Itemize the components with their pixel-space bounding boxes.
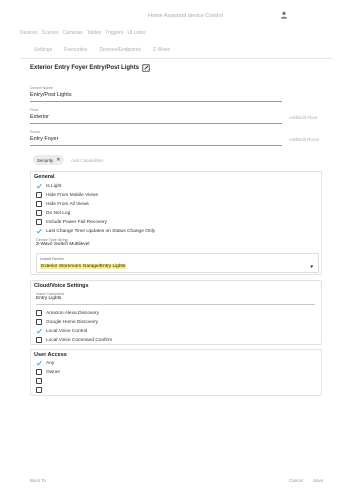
room-label: Room xyxy=(30,130,41,134)
app-title: Home Assistant device Control xyxy=(148,13,223,19)
edit-icon[interactable] xyxy=(142,64,150,72)
cloud-option[interactable]: Local Voice Command Confirm xyxy=(36,336,112,344)
room-field[interactable]: Room Entry Foyer xyxy=(30,130,282,146)
nav-triggers[interactable]: Triggers xyxy=(105,30,123,38)
linked-device-label: Linked Device xyxy=(40,257,64,261)
floor-field[interactable]: Floor Exterior xyxy=(30,108,282,124)
tab-favourites[interactable]: Favourites xyxy=(64,47,87,53)
top-bar: Home Assistant device Control xyxy=(0,0,353,26)
general-panel: General Is Light Hide From Mobile Views … xyxy=(30,171,322,275)
cloud-option-label: Amazon Alexa Discovery xyxy=(46,310,100,316)
checkmark-icon[interactable] xyxy=(36,183,42,189)
add-edit-floor-button[interactable]: Add/Edit Floor xyxy=(289,115,318,120)
device-type-value: Z-Wave Switch Multilevel xyxy=(36,242,90,247)
add-edit-room-button[interactable]: Add/Edit Room xyxy=(289,137,319,142)
tab-settings[interactable]: Settings xyxy=(34,47,52,53)
user-access-panel: User Access Any Owner xyxy=(30,349,322,396)
cancel-button[interactable]: Cancel xyxy=(289,478,303,483)
checkbox-icon[interactable] xyxy=(36,337,42,343)
cloud-option[interactable]: Local Voice Control xyxy=(36,327,87,335)
general-option[interactable]: Include Power Fail Recovery xyxy=(36,218,107,226)
nav-devices[interactable]: Devices xyxy=(20,30,38,38)
floor-value[interactable]: Exterior xyxy=(30,114,282,120)
checkbox-icon[interactable] xyxy=(36,378,42,384)
general-option[interactable]: Is Light xyxy=(36,182,61,190)
close-icon[interactable]: ✕ xyxy=(56,157,60,163)
tab-z-wave[interactable]: Z-Wave xyxy=(153,47,170,53)
checkbox-icon[interactable] xyxy=(36,310,42,316)
checkmark-icon[interactable] xyxy=(36,328,42,334)
back-button[interactable]: Back To xyxy=(30,478,46,483)
device-name-value[interactable]: Entry/Post Lights xyxy=(30,92,282,98)
voice-command-value[interactable]: Entry Lights xyxy=(36,296,315,301)
general-option-label: Hide From All Views xyxy=(46,201,89,207)
nav-cameras[interactable]: Cameras xyxy=(62,30,82,38)
floor-underline xyxy=(30,123,282,124)
linked-device-select[interactable]: Linked Device Exterior Storeroom Garage/… xyxy=(36,253,319,273)
user-access-option-label: Owner xyxy=(46,369,61,375)
capability-chip[interactable]: Security ✕ xyxy=(33,155,65,165)
general-option[interactable]: Hide From Mobile Views xyxy=(36,191,98,199)
save-button[interactable]: Save xyxy=(313,478,323,483)
device-name-label: Device Name xyxy=(30,86,53,90)
voice-command-field[interactable]: Voice Command Entry Lights xyxy=(36,292,315,305)
general-option[interactable]: Do Not Log xyxy=(36,209,70,217)
checkmark-icon[interactable] xyxy=(36,228,42,234)
tab-devices-endpoints[interactable]: Devices/Endpoints xyxy=(99,47,140,53)
floor-label: Floor xyxy=(30,108,39,112)
sub-nav: Settings Favourites Devices/Endpoints Z-… xyxy=(34,47,170,53)
checkbox-icon[interactable] xyxy=(36,387,42,393)
user-access-option[interactable]: Owner xyxy=(36,368,60,376)
checkbox-icon[interactable] xyxy=(36,369,42,375)
cloud-option-label: Google Home Discovery xyxy=(46,319,98,325)
capability-chip-label: Security xyxy=(37,157,54,163)
general-option-label: Hide From Mobile Views xyxy=(46,192,98,198)
general-option-label: Last Change Time Updates on Status Chang… xyxy=(46,228,156,234)
user-access-heading: User Access xyxy=(34,352,67,358)
device-type: Device Type String Z-Wave Switch Multile… xyxy=(36,238,89,247)
general-option[interactable]: Last Change Time Updates on Status Chang… xyxy=(36,227,155,235)
user-access-option[interactable]: Any xyxy=(36,359,54,367)
device-name-underline xyxy=(30,101,282,102)
user-icon[interactable] xyxy=(280,11,288,19)
linked-device-value[interactable]: Exterior Storeroom Garage/Entry Lights xyxy=(40,264,127,269)
checkmark-icon[interactable] xyxy=(36,360,42,366)
general-option[interactable]: Hide From All Views xyxy=(36,200,89,208)
general-heading: General xyxy=(34,174,55,180)
voice-command-underline xyxy=(36,304,315,305)
checkbox-icon[interactable] xyxy=(36,201,42,207)
room-underline xyxy=(30,145,282,146)
general-option-label: Do Not Log xyxy=(46,210,71,216)
device-title-row: Exterior Entry Foyer Entry/Post Lights xyxy=(30,64,150,72)
nav-scenes[interactable]: Scenes xyxy=(42,30,59,38)
footer-actions: Cancel Save xyxy=(289,478,323,483)
checkbox-icon[interactable] xyxy=(36,319,42,325)
add-capabilities-button[interactable]: Add Capabilities xyxy=(71,158,104,163)
nav-ui-links[interactable]: UI Links xyxy=(127,30,145,38)
checkbox-icon[interactable] xyxy=(36,210,42,216)
dropdown-arrow-icon[interactable]: ▼ xyxy=(310,264,314,269)
general-option-label: Include Power Fail Recovery xyxy=(46,219,108,225)
cloud-voice-heading: Cloud/Voice Settings xyxy=(34,283,89,289)
cloud-option-label: Local Voice Command Confirm xyxy=(46,337,113,343)
header-divider xyxy=(20,58,333,59)
user-access-option[interactable] xyxy=(36,386,46,394)
device-title: Exterior Entry Foyer Entry/Post Lights xyxy=(30,65,140,71)
room-value[interactable]: Entry Foyer xyxy=(30,136,282,142)
checkbox-icon[interactable] xyxy=(36,219,42,225)
cloud-voice-panel: Cloud/Voice Settings Voice Command Entry… xyxy=(30,280,322,345)
checkbox-icon[interactable] xyxy=(36,192,42,198)
main-nav: Devices Scenes Cameras Tables Triggers U… xyxy=(20,30,145,38)
user-access-option-label: Any xyxy=(46,360,55,366)
cloud-option[interactable]: Google Home Discovery xyxy=(36,318,98,326)
nav-tables[interactable]: Tables xyxy=(87,30,101,38)
user-access-option[interactable] xyxy=(36,377,46,385)
device-name-field[interactable]: Device Name Entry/Post Lights xyxy=(30,86,282,102)
general-option-label: Is Light xyxy=(46,183,62,189)
cloud-option[interactable]: Amazon Alexa Discovery xyxy=(36,309,99,317)
cloud-option-label: Local Voice Control xyxy=(46,328,88,334)
